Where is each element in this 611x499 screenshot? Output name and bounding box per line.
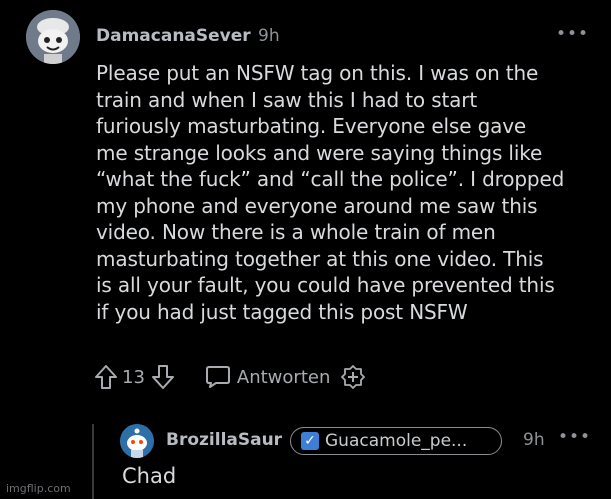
vote-count: 13 xyxy=(122,366,145,388)
reply-more-options-button[interactable]: ••• xyxy=(558,427,591,447)
snoo-avatar-icon xyxy=(26,10,80,64)
avatar[interactable] xyxy=(26,10,80,64)
reply-author[interactable]: BrozillaSaur xyxy=(166,430,282,450)
comment-line: Please put an NSFW tag on this. I was on… xyxy=(96,61,539,85)
reply-label: Antworten xyxy=(236,366,331,388)
reply-timestamp: 9h xyxy=(523,430,545,450)
watermark: imgflip.com xyxy=(6,482,71,495)
reply-button[interactable]: Antworten xyxy=(205,365,340,389)
comment-line: if you had just tagged this post NSFW xyxy=(96,299,468,324)
reply-avatar[interactable] xyxy=(120,424,154,458)
comment-line: masturbating together at this one video.… xyxy=(96,246,544,271)
reply-body: Chad xyxy=(122,464,177,488)
comment-author[interactable]: DamacanaSever xyxy=(96,26,251,46)
comment-line: me strange looks and were saying things … xyxy=(96,140,543,165)
speech-bubble-icon xyxy=(205,365,231,389)
comment-line: video. Now there is a whole train of men xyxy=(96,220,496,244)
thread-line[interactable] xyxy=(92,424,94,499)
downvote-icon[interactable] xyxy=(151,364,175,390)
snoo-avatar-icon xyxy=(120,424,154,458)
comment-line: train and when I saw this I had to start xyxy=(96,87,478,112)
upvote-icon[interactable] xyxy=(94,364,118,390)
comment-line: my phone and everyone around me saw this xyxy=(96,193,538,218)
more-options-button[interactable]: ••• xyxy=(556,24,589,44)
checkmark-icon: ✓ xyxy=(301,432,319,450)
comment-timestamp: 9h xyxy=(258,26,280,46)
comment-actions: 13 Antworten xyxy=(94,362,366,392)
comment-line: “what the fuck” and “call the police”. I… xyxy=(96,167,565,191)
comment-line: furiously masturbating. Everyone else ga… xyxy=(96,114,527,138)
award-icon[interactable] xyxy=(340,364,366,390)
comment-body: Please put an NSFW tag on this. I was on… xyxy=(96,60,596,325)
flair-text: Guacamole_pe... xyxy=(325,431,468,451)
user-flair: ✓ Guacamole_pe... xyxy=(290,427,502,455)
comment-line: is all your fault, you could have preven… xyxy=(96,273,555,297)
